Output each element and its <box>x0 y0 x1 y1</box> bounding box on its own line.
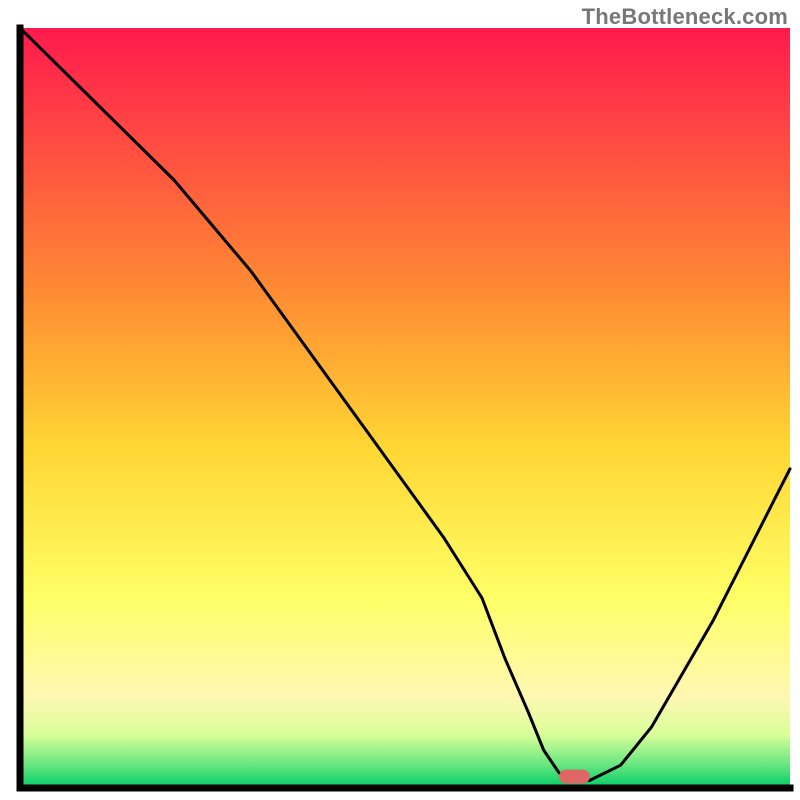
watermark-label: TheBottleneck.com <box>582 4 788 30</box>
chart-canvas <box>0 0 800 800</box>
bottleneck-chart: TheBottleneck.com <box>0 0 800 800</box>
optimal-marker <box>559 770 590 784</box>
